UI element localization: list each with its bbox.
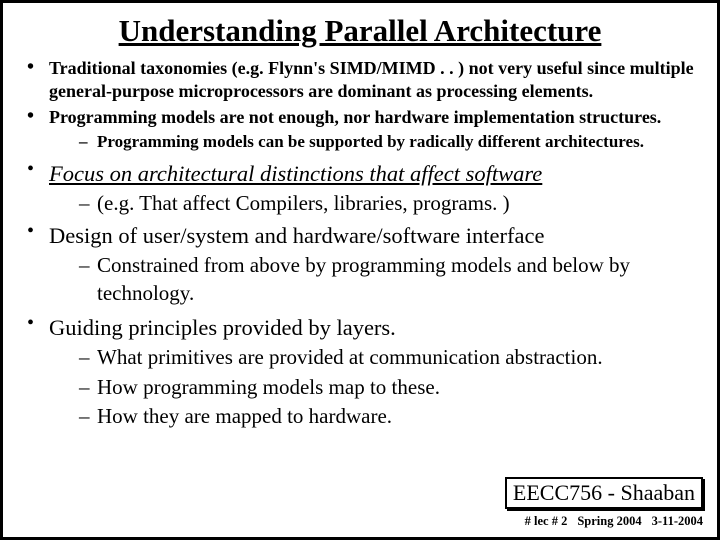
bullet-5-text: Guiding principles provided by layers. (49, 315, 396, 340)
bullet-2-sub-1-text: Programming models can be supported by r… (97, 132, 644, 151)
bullet-3-text: Focus on architectural distinctions that… (49, 161, 542, 186)
bullet-4-sub-1: Constrained from above by programming mo… (49, 252, 699, 307)
bullet-5-sub-1-text: What primitives are provided at communic… (97, 345, 603, 369)
bullet-2-sub-1: Programming models can be supported by r… (49, 131, 699, 153)
bullet-1: Traditional taxonomies (e.g. Flynn's SIM… (21, 57, 699, 102)
bullet-2-text: Programming models are not enough, nor h… (49, 107, 661, 127)
bullet-5-sub-2-text: How programming models map to these. (97, 375, 440, 399)
slide-title: Understanding Parallel Architecture (21, 13, 699, 49)
bullet-4: Design of user/system and hardware/softw… (21, 221, 699, 307)
bullet-5-sub-3: How they are mapped to hardware. (49, 403, 699, 430)
bullet-4-sub-1-text: Constrained from above by programming mo… (97, 253, 630, 304)
bullet-5: Guiding principles provided by layers. W… (21, 313, 699, 430)
footer-term: Spring 2004 (577, 514, 641, 529)
footer: # lec # 2 Spring 2004 3-11-2004 (525, 514, 703, 529)
bullet-5-sub-2: How programming models map to these. (49, 374, 699, 401)
bullet-5-sub-1: What primitives are provided at communic… (49, 344, 699, 371)
bullet-3-sub-1: (e.g. That affect Compilers, libraries, … (49, 190, 699, 217)
bullet-list: Traditional taxonomies (e.g. Flynn's SIM… (21, 57, 699, 430)
slide-frame: Understanding Parallel Architecture Trad… (0, 0, 720, 540)
bullet-5-sub-3-text: How they are mapped to hardware. (97, 404, 392, 428)
bullet-3: Focus on architectural distinctions that… (21, 159, 699, 218)
bullet-2: Programming models are not enough, nor h… (21, 106, 699, 153)
bullet-1-text: Traditional taxonomies (e.g. Flynn's SIM… (49, 58, 694, 101)
bullet-4-text: Design of user/system and hardware/softw… (49, 223, 544, 248)
footer-date: 3-11-2004 (652, 514, 703, 529)
course-box: EECC756 - Shaaban (505, 477, 703, 509)
footer-slide: # lec # 2 (525, 514, 568, 529)
bullet-3-sub-1-text: (e.g. That affect Compilers, libraries, … (97, 191, 510, 215)
